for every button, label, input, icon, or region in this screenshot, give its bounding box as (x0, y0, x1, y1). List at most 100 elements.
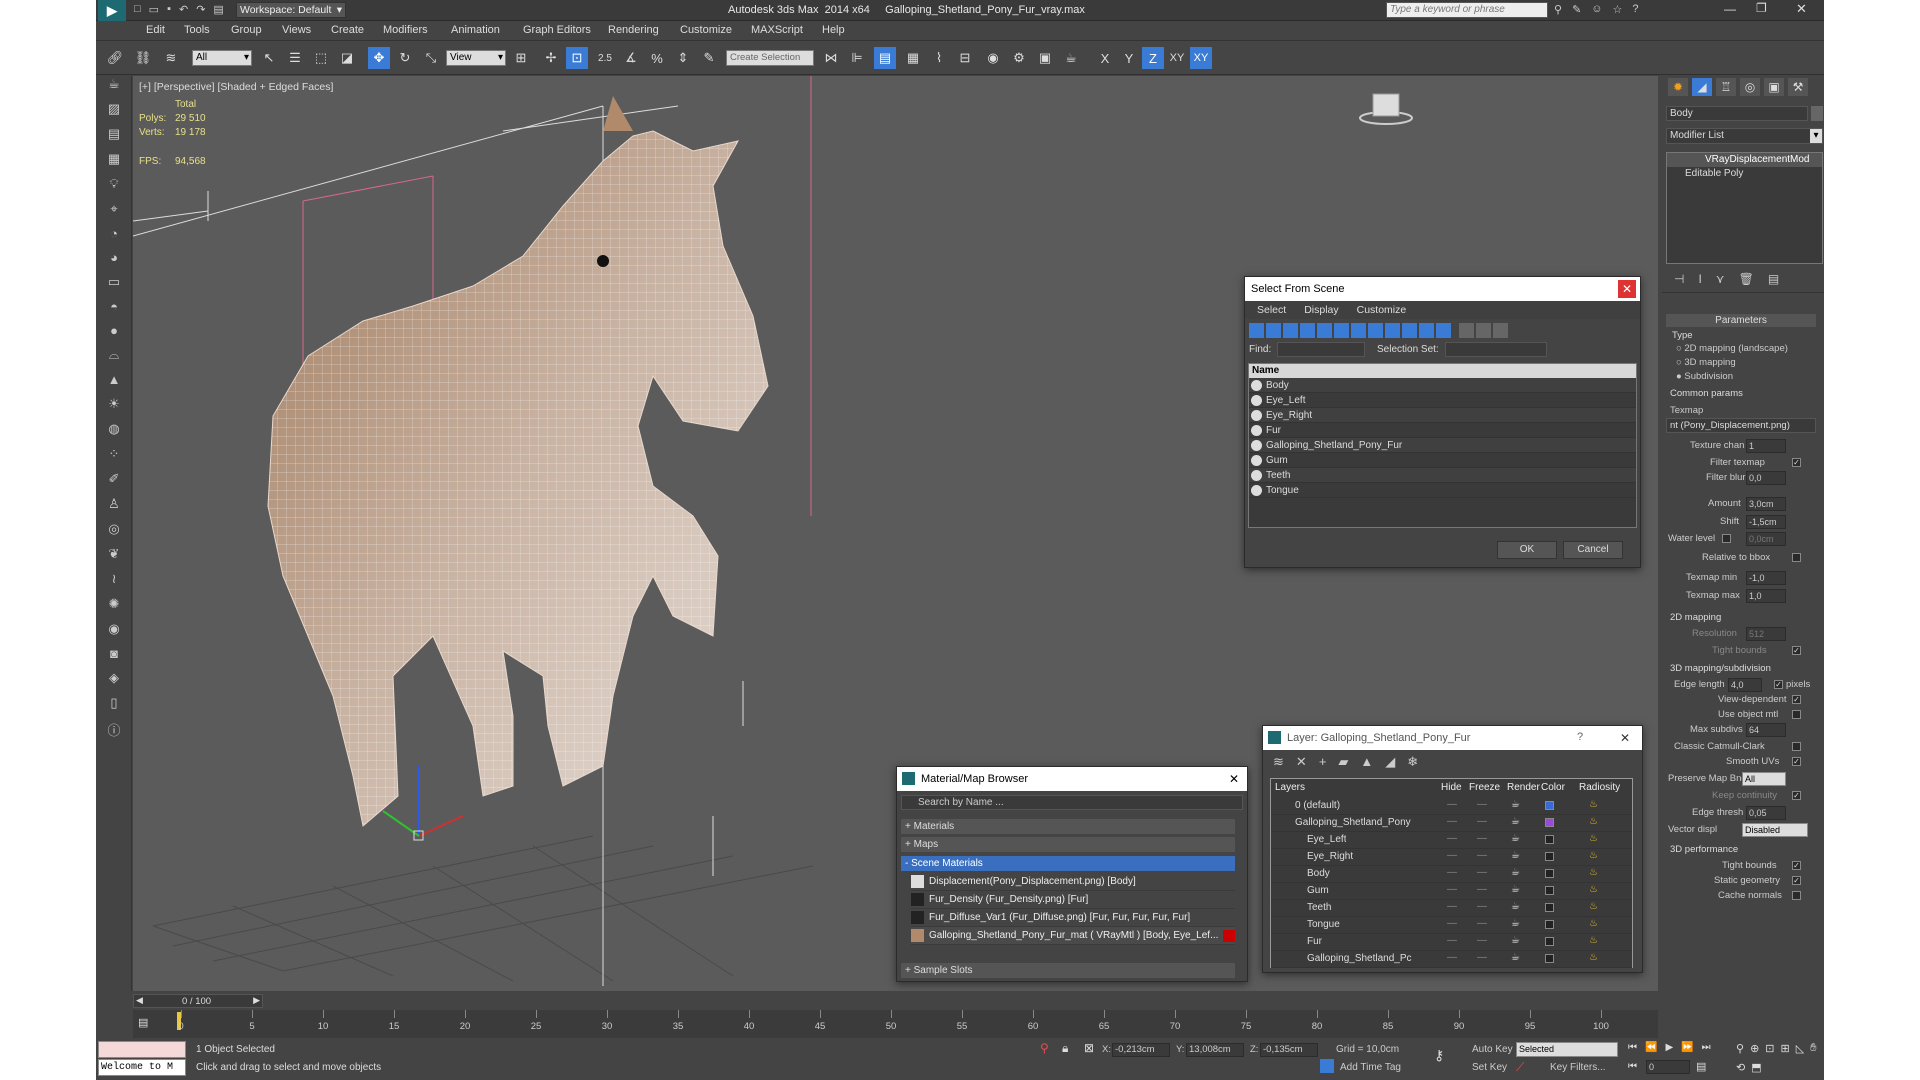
close-icon[interactable]: ✕ (1616, 729, 1634, 747)
col-freeze[interactable]: Freeze (1469, 782, 1500, 793)
scene-list-item[interactable]: Eye_Left (1249, 393, 1636, 408)
layer-manager-icon[interactable]: ▤ (874, 47, 896, 69)
edge-thresh-spinner[interactable]: 0,05 (1746, 806, 1786, 820)
smooth-uvs-checkbox[interactable]: ✓ (1792, 757, 1801, 766)
freeze-toggle[interactable]: — (1477, 918, 1487, 929)
render-icon[interactable]: ◙ (110, 646, 118, 661)
filter-texmap-checkbox[interactable]: ✓ (1792, 458, 1801, 467)
menu-tools[interactable]: Tools (184, 24, 210, 36)
fov-icon[interactable]: ◺ (1796, 1042, 1804, 1055)
menu-modifiers[interactable]: Modifiers (383, 24, 428, 36)
highlight-selected-icon[interactable]: ▲ (1360, 754, 1373, 770)
texture-chan-spinner[interactable]: 1 (1746, 439, 1786, 453)
select-scale-icon[interactable]: ⤡ (420, 47, 442, 69)
key-mode-toggle-icon[interactable]: ⏮ (1628, 1061, 1637, 1072)
radiosity-icon[interactable]: ♨ (1589, 799, 1598, 810)
axis-z-button[interactable]: Z (1142, 47, 1164, 69)
graphite-ribbon-icon[interactable]: ▦ (902, 47, 924, 69)
layer-color-swatch[interactable] (1545, 886, 1554, 895)
display-frozen-icon[interactable] (1419, 323, 1434, 338)
hair-icon[interactable]: ≀ (112, 571, 117, 587)
make-unique-icon[interactable]: ⋎ (1716, 272, 1725, 286)
trackbar[interactable]: ▤ 0 5 10 15 20 25 30 35 40 45 50 55 60 65 70 75 80 85 90 95… (133, 1010, 1658, 1038)
current-frame-field[interactable]: 0 (1646, 1060, 1690, 1074)
next-frame-icon[interactable]: ⏩ (1681, 1042, 1693, 1053)
preserve-map-bnd-dropdown[interactable]: All (1742, 772, 1786, 786)
percent-snap-icon[interactable]: % (646, 47, 668, 69)
menu-rendering[interactable]: Rendering (608, 24, 659, 36)
keep-continuity-checkbox[interactable]: ✓ (1792, 791, 1801, 800)
menu-maxscript[interactable]: MAXScript (751, 24, 803, 36)
x-coordinate[interactable]: -0,213cm (1112, 1043, 1170, 1057)
window-crossing-icon[interactable]: ◪ (336, 47, 358, 69)
close-icon[interactable]: ✕ (1618, 280, 1636, 298)
help-icon[interactable]: ? (1632, 3, 1638, 16)
lock-selection-icon[interactable]: 🔒︎ (1062, 1041, 1068, 1056)
add-to-layer-icon[interactable]: + (1319, 754, 1327, 770)
display-containers-icon[interactable] (1402, 323, 1417, 338)
mirror-icon[interactable]: ⋈ (820, 47, 842, 69)
display-xrefs-icon[interactable] (1368, 323, 1383, 338)
layer-row[interactable]: Body — — ☕︎ ♨ (1271, 866, 1632, 883)
go-to-start-icon[interactable]: ⏮ (1628, 1042, 1637, 1053)
type-subdivision-radio[interactable]: ● Subdivision (1676, 371, 1733, 382)
col-radiosity[interactable]: Radiosity (1579, 782, 1620, 793)
layer-row[interactable]: Fur — — ☕︎ ♨ (1271, 934, 1632, 951)
radiosity-icon[interactable]: ♨ (1589, 816, 1598, 827)
globe-icon[interactable]: ◎ (108, 521, 119, 537)
texmap-min-spinner[interactable]: -1,0 (1746, 571, 1786, 585)
tools-icon[interactable]: ✎ (1572, 3, 1581, 16)
tight-bounds-checkbox[interactable]: ✓ (1792, 646, 1801, 655)
layer-color-swatch[interactable] (1545, 903, 1554, 912)
radiosity-icon[interactable]: ♨ (1589, 833, 1598, 844)
key-mode-dropdown[interactable]: Selected (1516, 1042, 1618, 1057)
tab-select[interactable]: Select (1257, 304, 1286, 316)
select-invert-icon[interactable] (1493, 323, 1508, 338)
render-setup-icon[interactable]: ⚙ (1008, 47, 1030, 69)
layer-titlebar[interactable]: Layer: Galloping_Shetland_Pony_Fur (1263, 726, 1642, 750)
dialog-titlebar[interactable]: Select From Scene (1245, 277, 1640, 301)
layer-color-swatch[interactable] (1545, 835, 1554, 844)
water-level-checkbox[interactable] (1722, 534, 1731, 543)
type-2d-mapping-radio[interactable]: ○ 2D mapping (landscape) (1676, 343, 1788, 354)
render-teapot-icon[interactable]: ☕︎ (1511, 884, 1520, 895)
close-button[interactable]: ✕ (1796, 1, 1807, 17)
edit-named-selections-icon[interactable]: ✎ (698, 47, 720, 69)
fur-ball-icon[interactable]: ✺ (109, 596, 120, 612)
maximize-viewport-icon[interactable]: ⬒ (1751, 1061, 1761, 1074)
cone-icon[interactable]: ▲ (108, 372, 121, 387)
freeze-all-icon[interactable]: ❄ (1407, 754, 1418, 770)
person-icon[interactable]: ♙ (108, 496, 120, 512)
vector-displ-dropdown[interactable]: Disabled (1742, 823, 1808, 837)
camera-icon[interactable]: ⌖ (110, 201, 117, 217)
render-teapot-icon[interactable]: ☕︎ (1511, 816, 1520, 827)
freeze-toggle[interactable]: — (1477, 799, 1487, 810)
section-sample-slots[interactable]: + Sample Slots (901, 963, 1235, 978)
hat-icon[interactable]: ⌓ (109, 347, 119, 363)
display-hidden-icon[interactable] (1436, 323, 1451, 338)
layer-row[interactable]: Eye_Left — — ☕︎ ♨ (1271, 832, 1632, 849)
resolution-spinner[interactable]: 512 (1746, 627, 1786, 641)
project-icon[interactable]: ▤ (213, 3, 223, 16)
pan-icon[interactable]: ✋︎ (1810, 1042, 1816, 1055)
named-selection-set-dropdown[interactable]: Create Selection Se (726, 50, 814, 66)
align-icon[interactable]: ⊫ (846, 47, 868, 69)
time-config-icon[interactable]: ▤ (1696, 1060, 1706, 1073)
pixels-checkbox[interactable]: ✓ (1774, 680, 1783, 689)
hide-toggle[interactable]: — (1447, 799, 1457, 810)
section-maps[interactable]: + Maps (901, 837, 1235, 852)
layer-row[interactable]: Galloping_Shetland_Pony — — ☕︎ ♨ (1271, 815, 1632, 832)
create-teapot-icon[interactable]: ☕︎ (108, 76, 120, 92)
sphere2-icon[interactable]: ◉ (108, 621, 119, 637)
display-tab-icon[interactable]: ▣ (1764, 78, 1784, 96)
radiosity-icon[interactable]: ♨ (1589, 867, 1598, 878)
rect-selection-icon[interactable]: ⬚ (310, 47, 332, 69)
viewcube[interactable] (1359, 93, 1413, 125)
menu-graph-editors[interactable]: Graph Editors (523, 24, 591, 36)
tab-display[interactable]: Display (1304, 304, 1338, 316)
radiosity-icon[interactable]: ♨ (1589, 935, 1598, 946)
zoom-icon[interactable]: ⚲ (1736, 1042, 1744, 1055)
layer-row[interactable]: Eye_Right — — ☕︎ ♨ (1271, 849, 1632, 866)
redo-icon[interactable]: ↷ (196, 3, 205, 16)
menu-help[interactable]: Help (822, 24, 845, 36)
